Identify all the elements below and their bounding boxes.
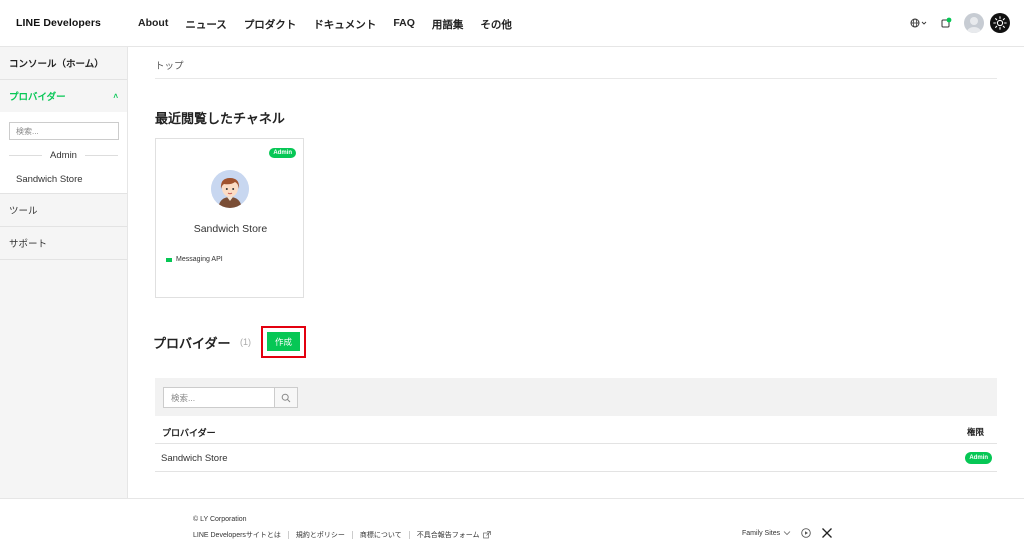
divider-line xyxy=(9,155,43,156)
top-header: LINE Developers About ニュース プロダクト ドキュメント … xyxy=(0,0,1024,47)
nav-news[interactable]: ニュース xyxy=(185,17,226,32)
providers-count: (1) xyxy=(240,337,251,347)
sidebar-item-label: ツール xyxy=(9,206,38,217)
providers-title: プロバイダー xyxy=(153,336,231,351)
sidebar-item-support[interactable]: サポート xyxy=(0,227,127,260)
provider-search-input[interactable]: 検索... xyxy=(163,387,275,408)
channel-card[interactable]: Admin Sandwich Store Messaging API xyxy=(155,138,304,298)
separator xyxy=(351,531,353,539)
sidebar-item-label: プロバイダー xyxy=(9,92,66,103)
sidebar-item-sandwich-store[interactable]: Sandwich Store xyxy=(9,174,118,185)
footer-links: LINE Developersサイトとは 規約とポリシー 商標について 不具合報… xyxy=(193,530,491,540)
divider xyxy=(155,78,997,79)
external-link-icon xyxy=(482,531,491,539)
admin-badge: Admin xyxy=(269,148,296,158)
provider-panel: 検索... Admin Sandwich Store xyxy=(0,112,127,194)
nav-more[interactable]: その他 xyxy=(480,17,512,32)
role-badge: Admin xyxy=(965,452,992,464)
chevron-down-icon xyxy=(783,531,791,536)
language-globe-icon[interactable] xyxy=(908,12,930,34)
sidebar-item-tools[interactable]: ツール xyxy=(0,194,127,227)
channel-type: Messaging API xyxy=(166,256,223,263)
sidebar-item-provider[interactable]: プロバイダー ˄ xyxy=(0,80,127,112)
main-nav: About ニュース プロダクト ドキュメント FAQ 用語集 その他 xyxy=(138,17,529,32)
chevron-up-icon: ˄ xyxy=(113,91,118,101)
channel-name: Sandwich Store xyxy=(193,223,268,235)
channel-type-label: Messaging API xyxy=(176,256,223,263)
footer-link-about[interactable]: LINE Developersサイトとは xyxy=(193,530,281,540)
table-header: プロバイダー 権限 xyxy=(155,417,997,444)
sidebar: コンソール（ホーム） プロバイダー ˄ 検索... Admin Sandwich… xyxy=(0,47,128,498)
youtube-icon[interactable] xyxy=(800,527,812,539)
nav-docs[interactable]: ドキュメント xyxy=(313,17,376,32)
sidebar-item-label: サポート xyxy=(9,239,48,250)
separator xyxy=(287,531,289,539)
messaging-api-icon xyxy=(166,257,172,262)
header-actions xyxy=(908,12,1010,34)
search-button[interactable] xyxy=(275,387,298,408)
table-row[interactable]: Sandwich Store Admin xyxy=(155,444,997,472)
theme-toggle-sun-icon[interactable] xyxy=(990,13,1010,33)
notification-icon[interactable] xyxy=(938,12,954,34)
copyright: © LY Corporation xyxy=(193,516,247,523)
nav-products[interactable]: プロダクト xyxy=(244,17,297,32)
footer-right: Family Sites xyxy=(742,527,833,539)
create-provider-button[interactable]: 作成 xyxy=(267,332,300,351)
nav-faq[interactable]: FAQ xyxy=(393,17,415,32)
search-icon xyxy=(281,393,291,402)
nav-glossary[interactable]: 用語集 xyxy=(432,17,464,32)
nav-about[interactable]: About xyxy=(138,17,168,32)
sidebar-item-label: コンソール（ホーム） xyxy=(9,59,104,70)
sidebar-item-console[interactable]: コンソール（ホーム） xyxy=(0,47,127,80)
column-header-role: 権限 xyxy=(966,427,984,437)
family-sites-dropdown[interactable]: Family Sites xyxy=(742,530,780,537)
channel-avatar xyxy=(211,170,249,208)
footer-link-trademark[interactable]: 商標について xyxy=(360,530,402,540)
role-heading: Admin xyxy=(50,150,77,161)
sidebar-search-input[interactable]: 検索... xyxy=(9,122,119,140)
user-avatar[interactable] xyxy=(964,13,984,33)
footer: © LY Corporation LINE Developersサイトとは 規約… xyxy=(0,498,1024,555)
main-content: トップ 最近閲覧したチャネル Admin Sandwich Store Mess… xyxy=(128,47,1024,498)
divider-line xyxy=(84,155,118,156)
x-twitter-icon[interactable] xyxy=(821,527,833,539)
site-logo[interactable]: LINE Developers xyxy=(16,17,101,29)
breadcrumb[interactable]: トップ xyxy=(155,58,184,72)
column-header-provider: プロバイダー xyxy=(162,428,216,438)
footer-link-terms[interactable]: 規約とポリシー xyxy=(296,530,345,540)
role-divider: Admin xyxy=(9,150,118,161)
provider-name-cell[interactable]: Sandwich Store xyxy=(161,453,228,464)
recent-channels-title: 最近閲覧したチャネル xyxy=(155,111,285,126)
footer-link-bug-report[interactable]: 不具合報告フォーム xyxy=(417,530,480,540)
separator xyxy=(408,531,410,539)
